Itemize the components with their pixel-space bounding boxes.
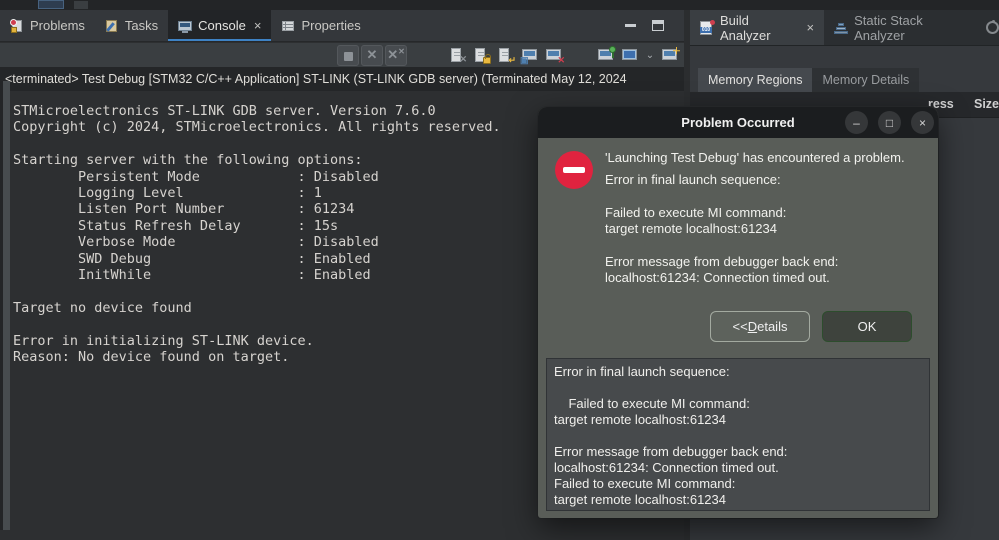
clear-console-icon[interactable]: ✕ (447, 45, 469, 66)
show-stderr-console-icon[interactable]: ✕ (543, 45, 565, 66)
editor-fragment (74, 1, 88, 9)
tasks-icon (105, 19, 119, 33)
analyzer-tabbar: 010 Build Analyzer × Static Stack Analyz… (690, 10, 999, 46)
console-left-ruler (3, 81, 10, 530)
editor-fragment (38, 0, 64, 9)
tab-label: Properties (301, 18, 360, 33)
scroll-lock-icon[interactable] (471, 45, 493, 66)
tab-label: Build Analyzer (720, 13, 801, 43)
tab-label: Static Stack Analyzer (854, 13, 974, 43)
terminated-status-text: <terminated> Test Debug [STM32 C/C++ App… (0, 72, 627, 86)
tab-memory-regions[interactable]: Memory Regions (698, 68, 812, 92)
open-console-icon[interactable]: ＋ (659, 45, 681, 66)
memory-subtabs: Memory Regions Memory Details (698, 68, 919, 92)
close-icon[interactable]: × (911, 111, 934, 134)
details-button-accel: D (748, 319, 757, 334)
ok-button[interactable]: OK (822, 311, 912, 342)
console-icon (178, 19, 192, 33)
dialog-title: Problem Occurred (681, 115, 794, 130)
maximize-view-button[interactable] (648, 16, 668, 34)
error-icon (555, 151, 593, 189)
tab-static-stack-analyzer[interactable]: Static Stack Analyzer (824, 10, 984, 45)
dialog-headline: 'Launching Test Debug' has encountered a… (605, 150, 925, 165)
pin-console-icon[interactable] (595, 45, 617, 66)
tab-label: Tasks (125, 18, 158, 33)
build-analyzer-icon: 010 (700, 21, 714, 35)
details-button-label-rest: etails (757, 319, 787, 334)
show-stdout-console-icon[interactable]: ▣ (519, 45, 541, 66)
console-toolbar: ✕ ✕✕ ✕ ↵ ▣ (0, 43, 684, 67)
remove-all-terminated-icon[interactable]: ✕✕ (385, 45, 407, 66)
column-header-size: Size (974, 97, 999, 111)
tab-tasks[interactable]: Tasks (95, 10, 168, 41)
word-wrap-icon[interactable]: ↵ (495, 45, 517, 66)
problem-occurred-dialog: Problem Occurred – □ × 'Launching Test D… (538, 107, 938, 518)
remove-launch-icon[interactable]: ✕ (361, 45, 383, 66)
minimize-view-button[interactable] (620, 16, 640, 34)
chevron-down-icon[interactable]: ⌄ (643, 50, 657, 61)
tab-build-analyzer[interactable]: 010 Build Analyzer × (690, 10, 824, 45)
dialog-message: Error in final launch sequence: Failed t… (605, 172, 925, 287)
tab-properties[interactable]: Properties (271, 10, 370, 41)
properties-icon (281, 19, 295, 33)
console-title-row: <terminated> Test Debug [STM32 C/C++ App… (0, 67, 684, 91)
static-stack-analyzer-icon (834, 21, 848, 35)
display-selected-console-icon[interactable] (619, 45, 641, 66)
stm32cubeide-window: Problems Tasks Console × Properties (0, 0, 999, 540)
tab-problems[interactable]: Problems (0, 10, 95, 41)
tab-label: Problems (30, 18, 85, 33)
problems-icon (10, 19, 24, 33)
tab-memory-details[interactable]: Memory Details (812, 68, 919, 92)
maximize-icon[interactable]: □ (878, 111, 901, 134)
minimize-icon[interactable]: – (845, 111, 868, 134)
terminate-icon[interactable] (337, 45, 359, 66)
details-button-label: << (733, 319, 748, 334)
editor-sliver (0, 0, 999, 10)
tab-console[interactable]: Console × (168, 10, 271, 41)
cyclomatic-complexity-icon[interactable] (986, 21, 999, 34)
details-text-area: Error in final launch sequence: Failed t… (546, 358, 930, 511)
close-icon[interactable]: × (807, 20, 815, 35)
tab-label: Console (198, 18, 246, 33)
view-tabbar: Problems Tasks Console × Properties (0, 10, 684, 42)
close-icon[interactable]: × (254, 18, 262, 33)
details-button[interactable]: << Details (710, 311, 810, 342)
